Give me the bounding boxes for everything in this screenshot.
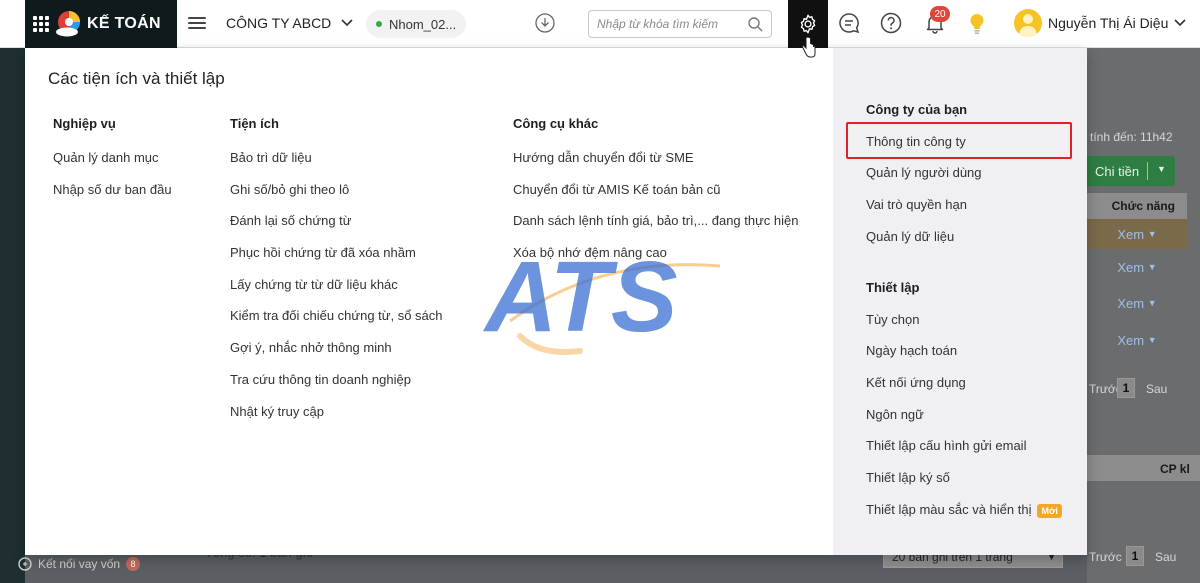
menu-item-color-display[interactable]: Thiết lập màu sắc và hiển thị Mới (866, 502, 1062, 534)
menu-item-smart-reminders[interactable]: Gợi ý, nhắc nhở thông minh (230, 340, 443, 372)
new-badge: Mới (1037, 503, 1062, 518)
chat-icon[interactable] (838, 12, 860, 34)
bg-page-number: 1 (1126, 546, 1144, 566)
panel-title: Các tiện ích và thiết lập (48, 69, 225, 88)
column-heading: Nghiệp vụ (53, 116, 116, 131)
company-selector[interactable]: CÔNG TY ABCD (226, 15, 353, 31)
menu-item-digital-signature[interactable]: Thiết lập ký số (866, 470, 1062, 502)
chevron-down-icon (1174, 19, 1186, 27)
menu-item-reconcile-books[interactable]: Kiểm tra đối chiếu chứng từ, sổ sách (230, 308, 443, 340)
menu-item-batch-posting[interactable]: Ghi số/bỏ ghi theo lô (230, 182, 443, 214)
search-input[interactable] (597, 17, 747, 31)
column-heading: Công cụ khác (513, 116, 599, 131)
status-dot (376, 21, 382, 27)
bg-view-link: Xem ▼ (1117, 295, 1157, 311)
user-menu[interactable]: Nguyễn Thị Ái Diệu (1014, 9, 1186, 37)
column-heading: Tiện ích (230, 116, 279, 131)
hand-cursor-icon (802, 36, 816, 58)
settings-section: Thiết lập Tùy chọn Ngày hạch toán Kết nố… (866, 280, 1062, 534)
brand-area[interactable]: KẾ TOÁN (25, 0, 177, 48)
bg-view-link: Xem ▼ (1117, 226, 1157, 242)
column-utilities: Tiện ích Bảo trì dữ liệu Ghi số/bỏ ghi t… (230, 116, 443, 435)
menu-item-posting-date[interactable]: Ngày hạch toán (866, 343, 1062, 375)
gear-icon (800, 14, 816, 34)
company-name: CÔNG TY ABCD (226, 15, 332, 31)
chevron-down-icon: ▼ (1157, 164, 1166, 174)
top-header: KẾ TOÁN CÔNG TY ABCD Nhom_02... 20 (0, 0, 1200, 48)
menu-item-renumber-vouchers[interactable]: Đánh lại số chứng từ (230, 213, 443, 245)
menu-item-manage-catalog[interactable]: Quản lý danh mục (53, 150, 172, 182)
menu-item-options[interactable]: Tùy chọn (866, 312, 1062, 344)
menu-item-roles-permissions[interactable]: Vai trò quyền hạn (866, 197, 982, 229)
group-selector[interactable]: Nhom_02... (366, 10, 466, 38)
bg-function-header: Chức năng (1087, 193, 1187, 219)
search-icon[interactable] (747, 16, 763, 32)
company-section: Công ty của bạn Thông tin công ty Quản l… (866, 102, 982, 260)
menu-item-access-log[interactable]: Nhật ký truy cập (230, 404, 443, 436)
bg-page-number: 1 (1117, 378, 1135, 398)
menu-item-data-management[interactable]: Quản lý dữ liệu (866, 229, 982, 261)
menu-item-language[interactable]: Ngôn ngữ (866, 407, 1062, 439)
left-sidebar-rail (0, 48, 25, 583)
menu-item-business-lookup[interactable]: Tra cứu thông tin doanh nghiệp (230, 372, 443, 404)
apps-grid-icon[interactable] (33, 16, 49, 32)
menu-item-amis-legacy-convert[interactable]: Chuyển đổi từ AMIS Kế toán bản cũ (513, 182, 799, 214)
bg-prev-label: Trước (1089, 550, 1122, 564)
bg-cp-header: CP kl (1160, 462, 1190, 476)
menu-item-import-vouchers[interactable]: Lấy chứng từ từ dữ liệu khác (230, 277, 443, 309)
menu-item-email-config[interactable]: Thiết lập cấu hình gửi email (866, 438, 1062, 470)
user-name: Nguyễn Thị Ái Diệu (1048, 15, 1169, 31)
chi-tien-button: Chi tiền ▼ (1087, 156, 1175, 186)
menu-item-clear-cache[interactable]: Xóa bộ nhớ đệm nâng cao (513, 245, 799, 277)
section-heading: Thiết lập (866, 280, 920, 295)
lightbulb-icon[interactable] (967, 12, 987, 36)
bg-view-link: Xem ▼ (1117, 332, 1157, 348)
bg-view-link: Xem ▼ (1117, 259, 1157, 275)
menu-item-data-maintenance[interactable]: Bảo trì dữ liệu (230, 150, 443, 182)
download-icon[interactable] (535, 13, 555, 33)
notification-badge: 20 (930, 6, 950, 22)
group-name: Nhom_02... (389, 16, 457, 32)
section-heading: Công ty của bạn (866, 102, 968, 117)
menu-item-opening-balance[interactable]: Nhập số dư ban đầu (53, 182, 172, 214)
loan-connect-link: Kết nối vay vốn 8 (18, 557, 141, 571)
menu-item-app-connections[interactable]: Kết nối ứng dụng (866, 375, 1062, 407)
brand-name: KẾ TOÁN (87, 15, 161, 32)
search-box[interactable] (588, 10, 772, 38)
app-logo-icon (56, 11, 80, 37)
bg-next-label: Sau (1155, 550, 1177, 564)
right-pane: Công ty của bạn Thông tin công ty Quản l… (833, 48, 1087, 555)
avatar (1014, 9, 1042, 37)
menu-item-running-jobs[interactable]: Danh sách lệnh tính giá, bảo trì,... đan… (513, 213, 799, 245)
column-operations: Nghiệp vụ Quản lý danh mục Nhập số dư ba… (53, 116, 172, 213)
menu-item-user-management[interactable]: Quản lý người dùng (866, 165, 982, 197)
menu-item-sme-migration-guide[interactable]: Hướng dẫn chuyển đổi từ SME (513, 150, 799, 182)
column-other-tools: Công cụ khác Hướng dẫn chuyển đổi từ SME… (513, 116, 799, 277)
loan-icon (18, 557, 32, 571)
bg-next-label: Sau (1146, 382, 1168, 396)
hamburger-icon[interactable] (188, 14, 206, 32)
chevron-down-icon (341, 19, 353, 27)
settings-panel: Các tiện ích và thiết lập Nghiệp vụ Quản… (25, 48, 1087, 555)
menu-item-company-info[interactable]: Thông tin công ty (866, 134, 982, 166)
help-icon[interactable] (880, 12, 902, 34)
bg-time-label: tính đến: 11h42 (1090, 130, 1173, 144)
menu-item-restore-deleted[interactable]: Phục hồi chứng từ đã xóa nhầm (230, 245, 443, 277)
